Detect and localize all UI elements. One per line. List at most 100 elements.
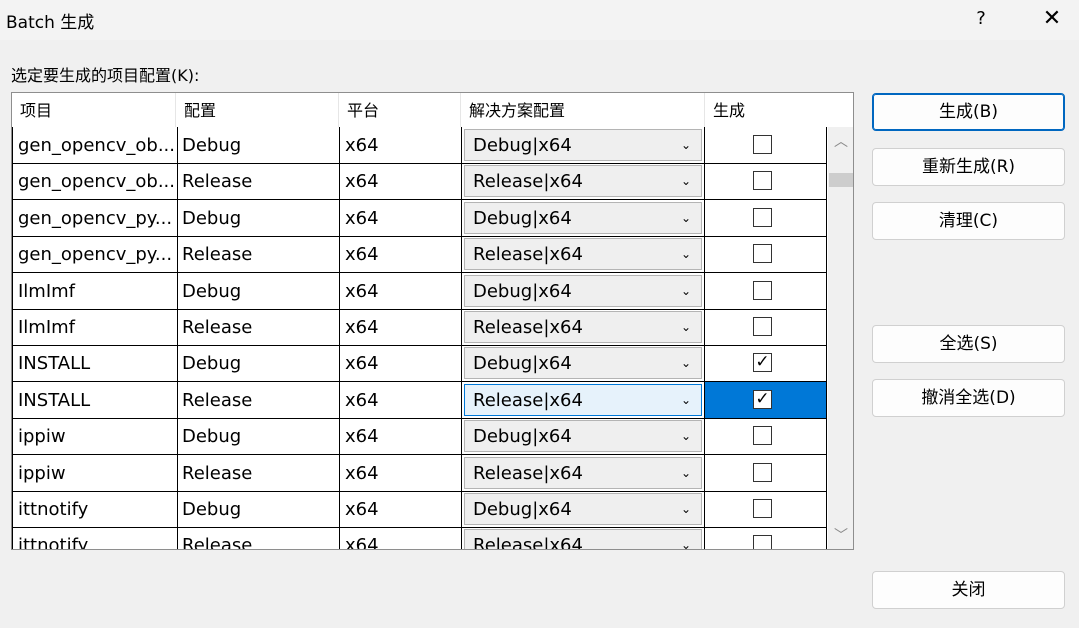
cell-solution-config[interactable]: Debug|x64 ⌄	[462, 127, 705, 164]
column-header-solution-config[interactable]: 解决方案配置	[461, 93, 705, 127]
cell-platform[interactable]: x64	[340, 309, 462, 346]
table-row[interactable]: ippiw Debug x64 Debug|x64 ⌄	[12, 418, 828, 456]
vertical-scrollbar[interactable]: ︿ ﹀	[828, 127, 853, 549]
cell-platform[interactable]: x64	[340, 381, 462, 419]
cell-config[interactable]: Debug	[177, 345, 340, 383]
cell-config[interactable]: Debug	[177, 491, 340, 528]
table-row[interactable]: IlmImf Debug x64 Debug|x64 ⌄	[12, 272, 828, 310]
cell-solution-config[interactable]: Release|x64 ⌄	[462, 163, 705, 201]
table-row[interactable]: IlmImf Release x64 Release|x64 ⌄	[12, 309, 828, 346]
cell-project[interactable]: IlmImf	[12, 309, 178, 346]
column-header-build[interactable]: 生成	[705, 93, 828, 127]
build-checkbox[interactable]	[753, 426, 772, 446]
build-checkbox[interactable]: ✓	[753, 389, 772, 409]
cell-build[interactable]	[705, 491, 827, 528]
cell-platform[interactable]: x64	[340, 418, 462, 456]
cell-build[interactable]	[705, 272, 827, 310]
build-checkbox[interactable]	[753, 535, 772, 549]
cell-solution-config[interactable]: Release|x64 ⌄	[462, 527, 705, 549]
cell-build[interactable]	[705, 418, 827, 456]
cell-platform[interactable]: x64	[340, 272, 462, 310]
cell-config[interactable]: Debug	[177, 199, 340, 237]
clean-button[interactable]: 清理(C)	[872, 202, 1065, 240]
cell-config[interactable]: Debug	[177, 272, 340, 310]
column-header-project[interactable]: 项目	[12, 93, 176, 127]
cell-solution-config[interactable]: Debug|x64 ⌄	[462, 272, 705, 310]
solution-config-dropdown[interactable]: Debug|x64 ⌄	[464, 347, 702, 380]
cell-solution-config[interactable]: Release|x64 ⌄	[462, 381, 705, 419]
build-checkbox[interactable]	[753, 317, 772, 336]
build-checkbox[interactable]	[753, 244, 772, 264]
cell-platform[interactable]: x64	[340, 491, 462, 528]
cell-build[interactable]	[705, 199, 827, 237]
cell-project[interactable]: INSTALL	[12, 345, 178, 383]
cell-project[interactable]: ittnotify	[12, 491, 178, 528]
scroll-up-icon[interactable]: ︿	[834, 131, 848, 151]
cell-build[interactable]	[705, 454, 827, 492]
solution-config-dropdown[interactable]: Release|x64 ⌄	[464, 529, 702, 549]
cell-solution-config[interactable]: Debug|x64 ⌄	[462, 199, 705, 237]
cell-build[interactable]: ✓	[705, 345, 827, 383]
select-all-button[interactable]: 全选(S)	[872, 325, 1065, 363]
cell-project[interactable]: gen_opencv_ob...	[12, 127, 178, 164]
solution-config-dropdown[interactable]: Debug|x64 ⌄	[464, 420, 702, 453]
solution-config-dropdown[interactable]: Release|x64 ⌄	[464, 383, 702, 416]
cell-platform[interactable]: x64	[340, 345, 462, 383]
cell-platform[interactable]: x64	[340, 236, 462, 274]
cell-config[interactable]: Release	[177, 381, 340, 419]
cell-project[interactable]: ippiw	[12, 418, 178, 456]
table-row[interactable]: gen_opencv_ob... Release x64 Release|x64 ⌄	[12, 163, 828, 201]
cell-platform[interactable]: x64	[340, 163, 462, 201]
cell-solution-config[interactable]: Release|x64 ⌄	[462, 236, 705, 274]
build-button[interactable]: 生成(B)	[872, 93, 1065, 131]
build-checkbox[interactable]	[753, 135, 772, 154]
cell-project[interactable]: gen_opencv_py...	[12, 199, 178, 237]
build-checkbox[interactable]	[753, 207, 772, 227]
solution-config-dropdown[interactable]: Debug|x64 ⌄	[464, 274, 702, 307]
solution-config-dropdown[interactable]: Debug|x64 ⌄	[464, 201, 702, 234]
cell-config[interactable]: Release	[177, 454, 340, 492]
cell-build[interactable]: ✓	[705, 381, 827, 419]
close-window-button[interactable]: ✕	[1032, 4, 1072, 34]
solution-config-dropdown[interactable]: Release|x64 ⌄	[464, 311, 702, 343]
cell-build[interactable]	[705, 527, 827, 549]
cell-project[interactable]: gen_opencv_py...	[12, 236, 178, 274]
cell-config[interactable]: Release	[177, 527, 340, 549]
help-button[interactable]: ?	[962, 4, 1000, 34]
cell-config[interactable]: Debug	[177, 418, 340, 456]
close-button[interactable]: 关闭	[872, 571, 1065, 609]
rebuild-button[interactable]: 重新生成(R)	[872, 148, 1065, 186]
table-row[interactable]: gen_opencv_ob... Debug x64 Debug|x64 ⌄	[12, 127, 828, 164]
solution-config-dropdown[interactable]: Release|x64 ⌄	[464, 238, 702, 271]
cell-solution-config[interactable]: Debug|x64 ⌄	[462, 345, 705, 383]
solution-config-dropdown[interactable]: Debug|x64 ⌄	[464, 129, 702, 161]
deselect-all-button[interactable]: 撤消全选(D)	[872, 379, 1065, 417]
cell-platform[interactable]: x64	[340, 454, 462, 492]
table-row[interactable]: ippiw Release x64 Release|x64 ⌄	[12, 454, 828, 492]
scroll-down-icon[interactable]: ﹀	[834, 525, 848, 545]
table-row[interactable]: gen_opencv_py... Debug x64 Debug|x64 ⌄	[12, 199, 828, 237]
table-row[interactable]: INSTALL Debug x64 Debug|x64 ⌄ ✓	[12, 345, 828, 383]
build-checkbox[interactable]	[753, 499, 772, 518]
cell-project[interactable]: INSTALL	[12, 381, 178, 419]
cell-build[interactable]	[705, 309, 827, 346]
cell-solution-config[interactable]: Debug|x64 ⌄	[462, 491, 705, 528]
table-row[interactable]: ittnotify Release x64 Release|x64 ⌄	[12, 527, 828, 549]
scroll-thumb[interactable]	[829, 173, 853, 187]
cell-project[interactable]: gen_opencv_ob...	[12, 163, 178, 201]
cell-config[interactable]: Release	[177, 163, 340, 201]
table-row[interactable]: gen_opencv_py... Release x64 Release|x64 ⌄	[12, 236, 828, 274]
solution-config-dropdown[interactable]: Release|x64 ⌄	[464, 165, 702, 198]
cell-config[interactable]: Release	[177, 236, 340, 274]
project-config-grid[interactable]: 项目 配置 平台 解决方案配置 生成 gen_opencv_ob... Debug…	[11, 92, 854, 550]
cell-solution-config[interactable]: Release|x64 ⌄	[462, 309, 705, 346]
cell-platform[interactable]: x64	[340, 527, 462, 549]
build-checkbox[interactable]	[753, 171, 772, 191]
build-checkbox[interactable]: ✓	[753, 353, 772, 373]
column-header-config[interactable]: 配置	[176, 93, 339, 127]
solution-config-dropdown[interactable]: Release|x64 ⌄	[464, 456, 702, 489]
cell-project[interactable]: ittnotify	[12, 527, 178, 549]
column-header-platform[interactable]: 平台	[339, 93, 461, 127]
cell-build[interactable]	[705, 236, 827, 274]
cell-build[interactable]	[705, 163, 827, 201]
